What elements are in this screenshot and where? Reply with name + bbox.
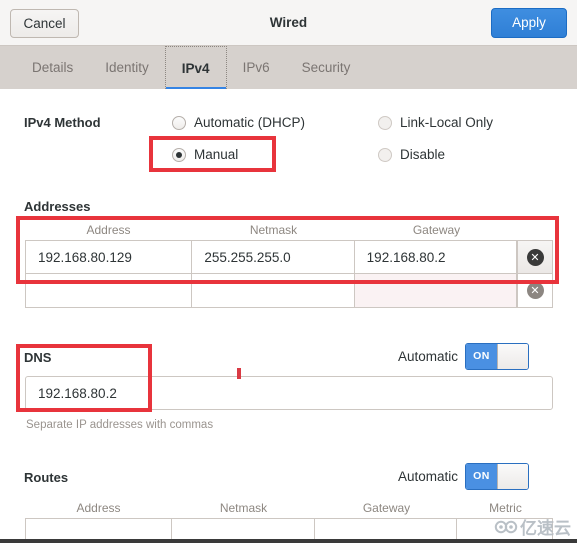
ipv4-method-label: IPv4 Method bbox=[24, 115, 101, 130]
radio-indicator-manual bbox=[172, 147, 186, 162]
tab-ipv4[interactable]: IPv4 bbox=[164, 46, 227, 90]
apply-button[interactable]: Apply bbox=[491, 8, 567, 38]
routes-automatic-label: Automatic bbox=[398, 469, 459, 484]
window-bottom-edge bbox=[0, 539, 577, 543]
window-titlebar: Cancel Wired Apply bbox=[0, 0, 577, 46]
delete-circle-icon: ✕ bbox=[526, 282, 544, 299]
addresses-col-address: Address bbox=[86, 223, 131, 237]
routes-col-gateway: Gateway bbox=[362, 501, 411, 515]
tab-identity[interactable]: Identity bbox=[89, 46, 165, 89]
addresses-table: Address Netmask Gateway 192.168.80.129 2… bbox=[25, 220, 553, 308]
radio-automatic-dhcp[interactable]: Automatic (DHCP) bbox=[172, 115, 305, 130]
dns-automatic-toggle[interactable]: ON bbox=[465, 343, 529, 370]
addresses-table-row: 192.168.80.129 255.255.255.0 192.168.80.… bbox=[25, 240, 553, 274]
radio-indicator-automatic-dhcp bbox=[172, 115, 186, 130]
radio-label-automatic-dhcp: Automatic (DHCP) bbox=[194, 115, 306, 130]
watermark-text: 亿速云 bbox=[520, 519, 571, 538]
dns-label: DNS bbox=[24, 350, 52, 365]
radio-label-link-local-only: Link-Local Only bbox=[400, 115, 494, 130]
addresses-table-row: ✕ bbox=[25, 274, 553, 308]
tab-bar: Details Identity IPv4 IPv6 Security bbox=[0, 46, 577, 90]
routes-col-netmask: Netmask bbox=[219, 501, 268, 515]
radio-disable[interactable]: Disable bbox=[378, 147, 445, 162]
address-input-row2[interactable] bbox=[26, 274, 193, 307]
delete-address-row1-button[interactable]: ✕ bbox=[517, 241, 553, 273]
dns-input[interactable]: 192.168.80.2 bbox=[25, 376, 553, 410]
watermark: 亿速云 bbox=[494, 514, 571, 539]
radio-manual[interactable]: Manual bbox=[172, 147, 238, 162]
gateway-input-row1[interactable]: 192.168.80.2 bbox=[354, 241, 518, 273]
ipv4-settings-content: IPv4 Method Automatic (DHCP) Manual Link… bbox=[0, 89, 577, 543]
routes-toggle-on-label: ON bbox=[466, 464, 497, 489]
routes-col-address: Address bbox=[76, 501, 121, 515]
netmask-input-row2[interactable] bbox=[192, 274, 355, 307]
dns-automatic-label: Automatic bbox=[398, 349, 459, 364]
gateway-input-row2[interactable] bbox=[354, 274, 518, 307]
radio-link-local-only[interactable]: Link-Local Only bbox=[378, 115, 493, 130]
dns-helper-text: Separate IP addresses with commas bbox=[26, 419, 214, 431]
netmask-input-row1[interactable]: 255.255.255.0 bbox=[192, 241, 355, 273]
address-input-row1[interactable]: 192.168.80.129 bbox=[26, 241, 193, 273]
cloud-eyes-logo bbox=[494, 520, 518, 533]
dns-toggle-knob bbox=[496, 344, 528, 369]
delete-address-row2-button[interactable]: ✕ bbox=[517, 274, 553, 307]
routes-automatic-toggle[interactable]: ON bbox=[465, 463, 529, 490]
ipv4-settings-window: Cancel Wired Apply Details Identity IPv4… bbox=[0, 0, 577, 543]
addresses-col-netmask: Netmask bbox=[249, 223, 298, 237]
annotation-tick-mark bbox=[237, 368, 241, 379]
routes-label: Routes bbox=[24, 470, 69, 485]
routes-table: Address Netmask Gateway Metric bbox=[25, 498, 553, 543]
routes-col-metric: Metric bbox=[489, 501, 522, 515]
radio-indicator-link-local-only bbox=[378, 115, 392, 130]
radio-label-manual: Manual bbox=[194, 147, 239, 162]
radio-label-disable: Disable bbox=[400, 147, 446, 162]
tab-security[interactable]: Security bbox=[286, 46, 367, 89]
routes-toggle-knob bbox=[496, 464, 528, 489]
routes-table-header: Address Netmask Gateway Metric bbox=[25, 498, 553, 518]
radio-indicator-disable bbox=[378, 147, 392, 162]
tab-ipv6[interactable]: IPv6 bbox=[227, 46, 286, 89]
addresses-table-header: Address Netmask Gateway bbox=[25, 220, 553, 240]
dns-toggle-on-label: ON bbox=[466, 344, 497, 369]
addresses-label: Addresses bbox=[24, 199, 91, 214]
tab-details[interactable]: Details bbox=[16, 46, 89, 89]
delete-circle-icon: ✕ bbox=[526, 248, 544, 266]
addresses-col-gateway: Gateway bbox=[412, 223, 461, 237]
